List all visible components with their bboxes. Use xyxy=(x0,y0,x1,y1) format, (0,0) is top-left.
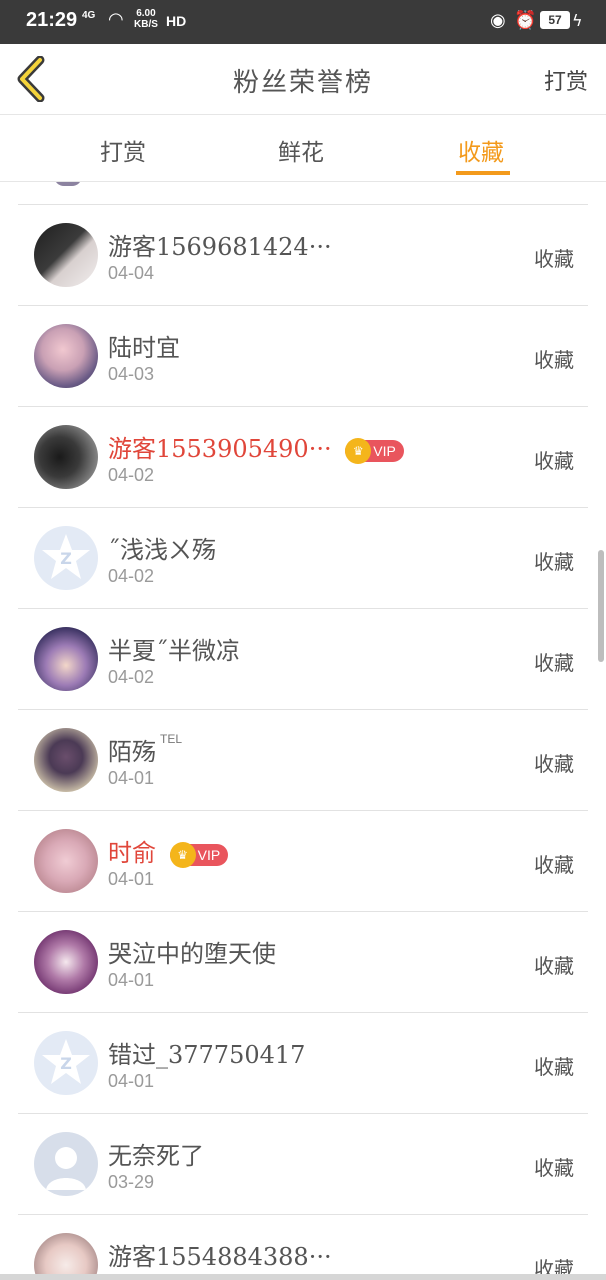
title-bar: 粉丝荣誉榜 打赏 xyxy=(0,44,606,115)
user-name: ˝浅浅ㄨ殇 xyxy=(108,536,216,564)
user-name: 陌殇 TEL xyxy=(108,732,183,766)
alarm-icon: ⏰ xyxy=(514,10,537,31)
avatar[interactable] xyxy=(34,728,98,792)
user-name: 错过_377750417 xyxy=(108,1041,306,1069)
svg-text:Z: Z xyxy=(60,549,72,568)
item-date: 04-02 xyxy=(108,465,155,485)
default-avatar-icon[interactable]: Z xyxy=(34,1031,98,1095)
item-date: 04-01 xyxy=(108,970,155,990)
item-date: 04-01 xyxy=(108,869,155,889)
list-item[interactable]: Z 错过_377750417 04-01 收藏 xyxy=(18,1013,588,1114)
vip-badge: ♛ VIP xyxy=(169,841,229,868)
item-action: 收藏 xyxy=(534,1055,574,1079)
list-item[interactable]: 哭泣中的堕天使 04-01 收藏 xyxy=(18,912,588,1013)
status-time: 21:29 xyxy=(26,9,78,31)
default-person-icon[interactable] xyxy=(34,1132,98,1196)
network-type: 4G xyxy=(82,10,96,21)
avatar[interactable] xyxy=(34,1233,98,1280)
list-item[interactable]: 时俞 ♛ VIP 04-01 收藏 xyxy=(18,811,588,912)
charging-icon: ϟ xyxy=(572,11,583,30)
item-action: 收藏 xyxy=(534,550,574,574)
item-action: 收藏 xyxy=(534,853,574,877)
svg-text:Z: Z xyxy=(60,1054,72,1073)
item-date: 04-01 xyxy=(108,768,155,788)
user-name: 游客1553905490··· ♛ VIP xyxy=(108,429,404,464)
crown-icon: ♛ xyxy=(169,841,196,868)
vip-badge: ♛ VIP xyxy=(345,437,404,464)
tab-bar: 打赏 鲜花 收藏 xyxy=(0,115,606,182)
tel-tag: TEL xyxy=(160,732,183,746)
lock-icon: ◉ xyxy=(490,10,506,31)
list-item[interactable]: 无奈死了 03-29 收藏 xyxy=(18,1114,588,1215)
avatar xyxy=(54,182,82,186)
list-item[interactable]: 陆时宜 04-03 收藏 xyxy=(18,306,588,407)
status-bar: 21:29 4G ◠ 6.00 KB/S HD ◉ ⏰ 57 ϟ xyxy=(0,0,606,44)
avatar[interactable] xyxy=(34,829,98,893)
user-name: 游客1569681424··· xyxy=(108,233,332,261)
user-name: 陆时宜 xyxy=(108,334,180,362)
star-logo-icon: Z xyxy=(42,534,90,579)
avatar[interactable] xyxy=(34,324,98,388)
list-item xyxy=(18,182,588,205)
item-date: 04-04 xyxy=(108,263,155,283)
list-item[interactable]: 半夏˝半微凉 04-02 收藏 xyxy=(18,609,588,710)
item-action: 收藏 xyxy=(534,449,574,473)
user-name: 哭泣中的堕天使 xyxy=(108,940,276,968)
item-action: 收藏 xyxy=(534,651,574,675)
network-speed: 6.00 KB/S xyxy=(134,8,158,30)
hd-indicator: HD xyxy=(166,13,187,29)
item-action: 收藏 xyxy=(534,752,574,776)
reward-button[interactable]: 打赏 xyxy=(544,64,588,96)
item-date: 04-01 xyxy=(108,1071,155,1091)
user-name: 游客1554884388··· xyxy=(108,1243,332,1271)
item-date: 04-03 xyxy=(108,364,155,384)
user-name: 半夏˝半微凉 xyxy=(108,637,240,665)
avatar[interactable] xyxy=(34,425,98,489)
active-tab-indicator xyxy=(456,171,510,175)
list-item[interactable]: Z ˝浅浅ㄨ殇 04-02 收藏 xyxy=(18,508,588,609)
crown-icon: ♛ xyxy=(345,437,372,464)
tab-flowers[interactable]: 鲜花 xyxy=(278,133,324,167)
list-item[interactable]: 游客1554884388··· 03-29 收藏 xyxy=(18,1215,588,1280)
list-item[interactable]: 游客1553905490··· ♛ VIP 04-02 收藏 xyxy=(18,407,588,508)
list-item[interactable]: 游客1569681424··· 04-04 收藏 xyxy=(18,205,588,306)
star-logo-icon: Z xyxy=(42,1039,90,1084)
bottom-edge xyxy=(0,1274,606,1280)
fan-list: 游客1569681424··· 04-04 收藏 陆时宜 04-03 收藏 游客… xyxy=(18,182,588,1280)
item-action: 收藏 xyxy=(534,1156,574,1180)
user-name: 时俞 ♛ VIP xyxy=(108,833,229,868)
default-avatar-icon[interactable]: Z xyxy=(34,526,98,590)
wifi-icon: ◠ xyxy=(108,9,124,30)
item-date: 03-29 xyxy=(108,1172,155,1192)
scrollbar[interactable] xyxy=(598,550,604,662)
user-name: 无奈死了 xyxy=(108,1142,204,1170)
item-action: 收藏 xyxy=(534,247,574,271)
tab-reward[interactable]: 打赏 xyxy=(100,133,146,167)
avatar[interactable] xyxy=(34,930,98,994)
item-date: 04-02 xyxy=(108,667,155,687)
avatar[interactable] xyxy=(34,223,98,287)
tab-favorites[interactable]: 收藏 xyxy=(458,133,504,167)
page-title: 粉丝荣誉榜 xyxy=(232,68,373,98)
avatar[interactable] xyxy=(34,627,98,691)
battery-indicator: 57 xyxy=(540,11,570,29)
item-action: 收藏 xyxy=(534,954,574,978)
list-item[interactable]: 陌殇 TEL 04-01 收藏 xyxy=(18,710,588,811)
person-silhouette-icon xyxy=(46,1147,86,1190)
item-date: 04-02 xyxy=(108,566,155,586)
item-action: 收藏 xyxy=(534,348,574,372)
